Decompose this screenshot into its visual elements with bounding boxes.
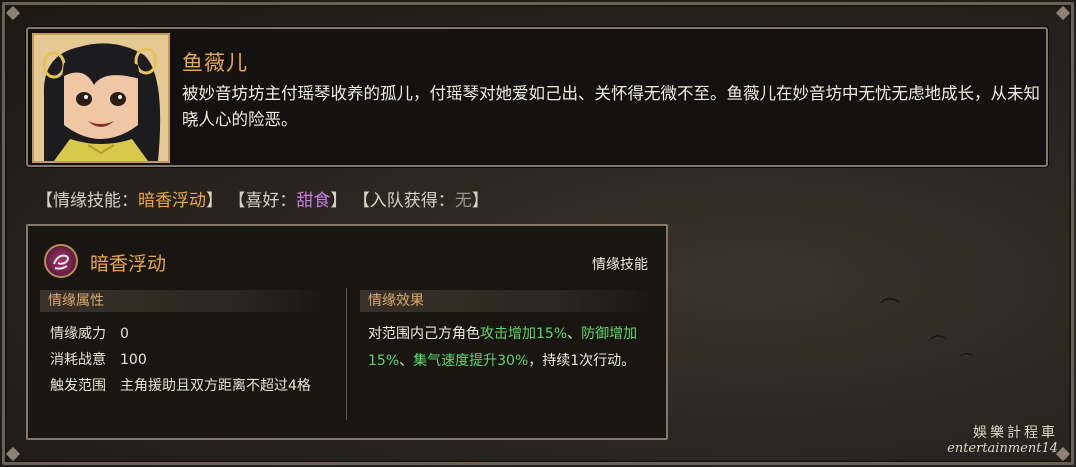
tag-skill-value[interactable]: 暗香浮动	[138, 191, 206, 211]
character-tags: 【情缘技能：暗香浮动】 【喜好：甜食】 【入队获得：无】	[36, 186, 489, 211]
attribute-value: 0	[120, 326, 129, 342]
attribute-row: 触发范围 主角援助且双方距离不超过4格	[50, 375, 311, 395]
swirl-skill-glyph	[53, 254, 69, 270]
character-portrait	[32, 33, 170, 163]
character-info-panel: 鱼薇儿 被妙音坊坊主付瑶琴收养的孤儿，付瑶琴对她爱如己出、关怀得无微不至。鱼薇儿…	[26, 27, 1048, 167]
tag-bracket-close: 】	[471, 191, 489, 211]
effects-header: 情缘效果	[360, 290, 656, 312]
character-name: 鱼薇儿	[182, 51, 248, 75]
tag-skill-label: 【情缘技能：	[36, 191, 138, 211]
skill-name: 暗香浮动	[90, 253, 167, 275]
effect-buff-attack: 攻击增加15%	[480, 326, 568, 342]
effect-text-part: 、	[399, 353, 414, 369]
watermark: 娛樂計程車 entertainment14	[947, 425, 1058, 457]
attribute-row: 消耗战意 100	[50, 349, 147, 369]
tag-join-label: 【入队获得：	[352, 191, 455, 211]
tag-join-value: 无	[454, 191, 472, 211]
attribute-label: 消耗战意	[50, 352, 106, 368]
bird-silhouette-icon: ⌒	[880, 296, 900, 320]
watermark-en: entertainment14	[947, 441, 1058, 456]
tag-hobby-label: 【喜好：	[228, 191, 297, 211]
swirl-skill-icon	[44, 244, 78, 278]
skill-type: 情缘技能	[592, 257, 648, 273]
portrait-illustration	[34, 35, 168, 161]
attribute-label: 触发范围	[50, 378, 106, 394]
skill-effect-text: 对范围内己方角色攻击增加15%、防御增加15%、集气速度提升30%，持续1次行动…	[368, 321, 653, 375]
attribute-value: 主角援助且双方距离不超过4格	[120, 378, 311, 394]
watermark-cn: 娛樂計程車	[973, 425, 1058, 441]
attribute-value: 100	[120, 352, 147, 368]
attribute-label: 情缘威力	[50, 326, 106, 342]
section-divider	[346, 288, 347, 420]
skill-detail-panel: 暗香浮动 情缘技能 情缘属性 情缘效果 情缘威力 0 消耗战意 100 触发范围 主角…	[26, 224, 668, 440]
effect-text-part: 对范围内己方角色	[368, 326, 480, 342]
tag-bracket-close: 】	[206, 191, 223, 211]
attributes-header: 情缘属性	[40, 290, 330, 312]
effect-buff-charge: 集气速度提升30%	[413, 353, 529, 369]
character-description: 被妙音坊坊主付瑶琴收养的孤儿，付瑶琴对她爱如己出、关怀得无微不至。鱼薇儿在妙音坊…	[182, 84, 1040, 129]
effect-text-part: ，持续1次行动。	[528, 353, 636, 369]
bird-silhouette-icon: ⌒	[930, 334, 947, 353]
tag-hobby-value: 甜食	[296, 191, 331, 211]
bird-silhouette-icon: ⌒	[960, 353, 974, 369]
tag-bracket-close: 】	[330, 191, 348, 211]
attribute-row: 情缘威力 0	[50, 323, 129, 343]
effect-text-part: 、	[567, 326, 582, 342]
